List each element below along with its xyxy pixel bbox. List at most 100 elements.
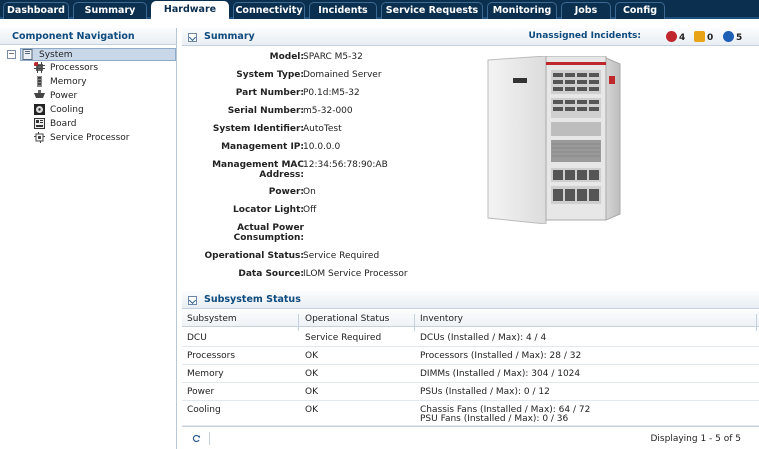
- warning-incidents-badge[interactable]: 0: [694, 31, 713, 43]
- column-header-operational-status[interactable]: Operational Status: [305, 314, 389, 324]
- field-actual-power-key-line2: Consumption:: [233, 233, 304, 243]
- table-row[interactable]: Cooling OK Chassis Fans (Installed / Max…: [182, 401, 759, 426]
- field-actual-power: Actual Power Consumption:: [182, 223, 582, 247]
- subsystem-status-header: Subsystem Status: [182, 291, 759, 309]
- field-system-identifier-value: AutoTest: [303, 124, 342, 134]
- cell-subsystem: Cooling: [187, 405, 221, 415]
- tab-summary[interactable]: Summary: [73, 2, 147, 19]
- field-model-value: SPARC M5-32: [303, 52, 363, 62]
- column-header-inventory[interactable]: Inventory: [420, 314, 463, 324]
- cell-subsystem: DCU: [187, 333, 207, 343]
- refresh-icon[interactable]: [192, 434, 201, 443]
- memory-icon: [37, 76, 42, 87]
- field-locator-light-value: Off: [303, 205, 317, 215]
- tab-incidents[interactable]: Incidents: [309, 2, 377, 19]
- system-icon: [22, 49, 33, 60]
- board-icon: [34, 118, 45, 129]
- warning-incidents-count: 0: [707, 33, 714, 43]
- field-management-mac-key-line2: Address:: [259, 170, 304, 180]
- subsystem-status-panel: Subsystem Status Subsystem Operational S…: [182, 291, 759, 449]
- cell-subsystem: Processors: [187, 351, 236, 361]
- tab-monitoring[interactable]: Monitoring: [487, 2, 557, 19]
- tree-collapse-toggle[interactable]: −: [7, 50, 16, 59]
- power-icon: [34, 90, 45, 98]
- cell-inventory-line2: PSU Fans (Installed / Max): 0 / 36: [420, 414, 569, 424]
- tree-label-service-processor: Service Processor: [50, 133, 130, 143]
- field-system-identifier-key: System Identifier:: [212, 124, 304, 134]
- cell-subsystem: Power: [187, 387, 215, 397]
- cell-status: OK: [305, 405, 318, 415]
- table-row[interactable]: Processors OK Processors (Installed / Ma…: [182, 347, 759, 365]
- cell-status: OK: [305, 369, 318, 379]
- critical-incident-icon: [666, 31, 677, 42]
- tree-label-cooling: Cooling: [50, 105, 84, 115]
- cooling-icon: [34, 104, 45, 115]
- info-incident-icon: [723, 31, 734, 42]
- server-cabinet-image: [487, 56, 621, 224]
- table-row[interactable]: DCU Service Required DCUs (Installed / M…: [182, 329, 759, 347]
- field-power-value: On: [303, 187, 316, 197]
- cell-inventory: Processors (Installed / Max): 28 / 32: [420, 351, 582, 361]
- tree-label-memory: Memory: [50, 77, 87, 87]
- field-operational-status-key: Operational Status:: [204, 251, 304, 261]
- field-serial-number-key: Serial Number:: [227, 106, 304, 116]
- field-data-source-key: Data Source:: [238, 269, 304, 279]
- subsystem-table-footer: Displaying 1 - 5 of 5: [182, 426, 759, 449]
- info-incidents-count: 5: [736, 33, 743, 43]
- cell-status: OK: [305, 351, 318, 361]
- tab-jobs[interactable]: Jobs: [561, 2, 611, 19]
- tree-label-power: Power: [50, 91, 78, 101]
- cell-subsystem: Memory: [187, 369, 224, 379]
- subsystem-table: Subsystem Operational Status Inventory D…: [182, 310, 759, 426]
- tree-label-system: System: [39, 50, 73, 60]
- pagination-status: Displaying 1 - 5 of 5: [650, 434, 742, 444]
- tab-config[interactable]: Config: [615, 2, 665, 19]
- field-system-type-value: Domained Server: [303, 70, 382, 80]
- table-row[interactable]: Power OK PSUs (Installed / Max): 0 / 12: [182, 383, 759, 401]
- critical-incidents-badge[interactable]: 4: [666, 31, 685, 43]
- column-header-subsystem[interactable]: Subsystem: [187, 314, 237, 324]
- processor-icon: [34, 62, 45, 73]
- field-actual-power-key: Actual Power: [237, 223, 304, 233]
- tab-hardware[interactable]: Hardware: [151, 1, 229, 20]
- field-locator-light-key: Locator Light:: [233, 205, 304, 215]
- field-model-key: Model:: [269, 52, 304, 62]
- summary-title: Summary: [204, 31, 255, 42]
- field-system-type-key: System Type:: [236, 70, 304, 80]
- field-data-source: Data Source: ILOM Service Processor: [182, 269, 582, 281]
- field-part-number-key: Part Number:: [235, 88, 304, 98]
- summary-header: Summary Unassigned Incidents: 4 0 5: [182, 28, 759, 46]
- summary-panel: Summary Unassigned Incidents: 4 0 5 Mode…: [182, 28, 759, 288]
- field-data-source-value: ILOM Service Processor: [303, 269, 408, 279]
- cell-inventory: DCUs (Installed / Max): 4 / 4: [420, 333, 547, 343]
- tree-label-processors: Processors: [50, 63, 99, 73]
- summary-collapse-button[interactable]: [188, 33, 197, 42]
- cell-inventory: DIMMs (Installed / Max): 304 / 1024: [420, 369, 581, 379]
- service-processor-icon: [34, 132, 45, 143]
- cell-inventory: PSUs (Installed / Max): 0 / 12: [420, 387, 550, 397]
- component-navigation-panel: Component Navigation − System Processors…: [0, 28, 177, 449]
- cell-status: Service Required: [305, 333, 382, 343]
- cell-status: OK: [305, 387, 318, 397]
- table-row[interactable]: Memory OK DIMMs (Installed / Max): 304 /…: [182, 365, 759, 383]
- tree-label-board: Board: [50, 119, 77, 129]
- field-management-mac-value: 12:34:56:78:90:AB: [303, 160, 388, 170]
- critical-incidents-count: 4: [679, 33, 686, 43]
- field-management-ip-value: 10.0.0.0: [303, 142, 341, 152]
- field-power-key: Power:: [268, 187, 304, 197]
- field-operational-status: Operational Status: Service Required: [182, 251, 582, 263]
- subsystem-status-title: Subsystem Status: [204, 294, 301, 305]
- tab-service-requests[interactable]: Service Requests: [381, 2, 483, 19]
- info-incidents-badge[interactable]: 5: [723, 31, 742, 43]
- main-tab-bar: Dashboard Summary Hardware Connectivity …: [0, 0, 759, 20]
- tab-connectivity[interactable]: Connectivity: [233, 2, 305, 19]
- subsystem-collapse-button[interactable]: [188, 296, 197, 305]
- footer-divider: [209, 432, 210, 445]
- field-serial-number-value: m5-32-000: [303, 106, 353, 116]
- tab-dashboard[interactable]: Dashboard: [3, 2, 69, 19]
- component-navigation-title: Component Navigation: [0, 28, 176, 45]
- field-part-number-value: P0.1d:M5-32: [303, 88, 360, 98]
- unassigned-incidents-label: Unassigned Incidents:: [528, 31, 641, 41]
- warning-incident-icon: [694, 31, 705, 42]
- field-management-ip-key: Management IP:: [221, 142, 304, 152]
